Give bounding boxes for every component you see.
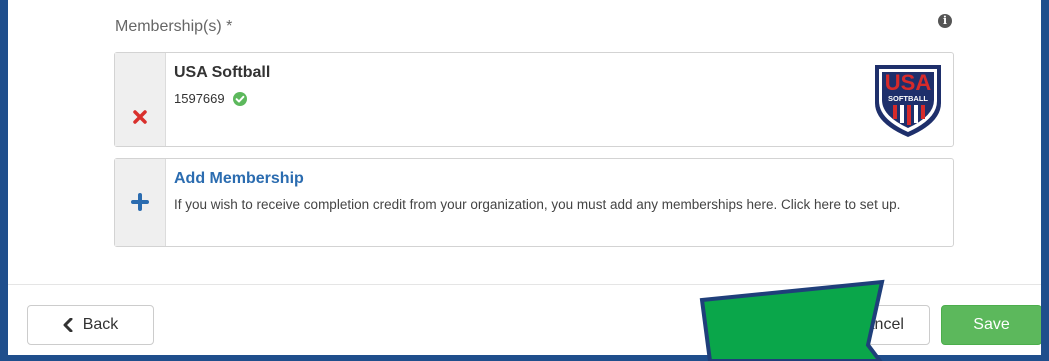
membership-card: USA Softball 1597669 USA SOFTBALL xyxy=(114,52,954,147)
memberships-label: Membership(s) * xyxy=(115,18,233,35)
save-button[interactable]: Save xyxy=(941,305,1041,345)
cancel-button-label: Cancel xyxy=(854,316,904,333)
plus-icon xyxy=(131,193,149,211)
add-membership-link[interactable]: Add Membership xyxy=(174,170,304,188)
membership-panel: Membership(s) * i USA Softball 1597669 U… xyxy=(8,0,1041,355)
footer-divider xyxy=(8,284,1041,285)
logo-softball-text: SOFTBALL xyxy=(888,94,928,103)
verified-check-icon xyxy=(232,91,247,106)
cancel-button[interactable]: Cancel xyxy=(828,305,930,345)
membership-name: USA Softball xyxy=(174,64,271,81)
save-button-label: Save xyxy=(973,316,1010,333)
add-membership-card[interactable]: Add Membership If you wish to receive co… xyxy=(114,158,954,247)
frame-notch xyxy=(1014,0,1022,6)
usa-softball-logo: USA SOFTBALL xyxy=(875,65,941,137)
membership-id-row: 1597669 xyxy=(174,91,247,106)
back-button[interactable]: Back xyxy=(27,305,154,345)
membership-id: 1597669 xyxy=(174,91,225,106)
chevron-left-icon xyxy=(63,318,73,332)
add-membership-side[interactable] xyxy=(115,159,166,246)
logo-usa-text: USA xyxy=(885,70,932,95)
remove-membership-button[interactable] xyxy=(115,53,166,146)
add-membership-description: If you wish to receive completion credit… xyxy=(174,197,901,212)
info-icon[interactable]: i xyxy=(938,14,952,28)
remove-x-icon xyxy=(133,110,147,124)
back-button-label: Back xyxy=(82,316,119,333)
